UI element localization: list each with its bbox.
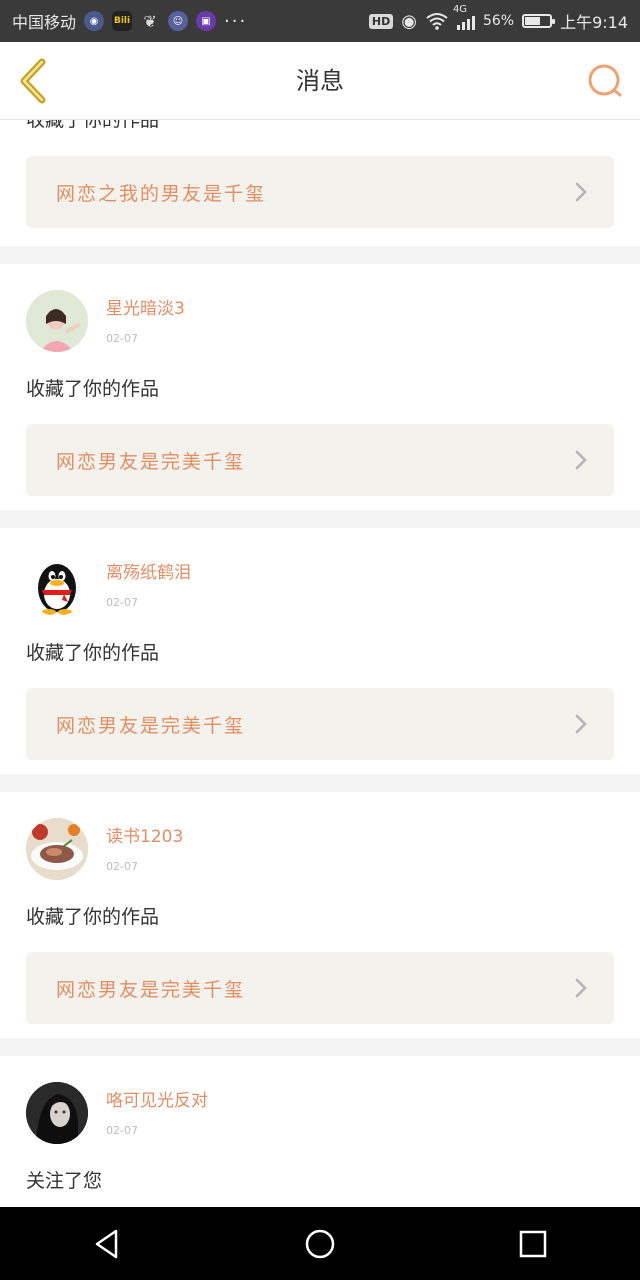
app-notification-icon: ◉: [84, 11, 105, 31]
penguin-avatar: [38, 564, 76, 615]
network-type: 4G: [452, 4, 468, 15]
battery-percent: 56%: [482, 13, 515, 29]
user-avatar[interactable]: [26, 554, 88, 616]
chevron-right-icon: [575, 714, 587, 734]
user-avatar[interactable]: [26, 290, 88, 352]
nav-back-button[interactable]: [77, 1214, 137, 1274]
page-title: 消息: [296, 67, 344, 95]
work-title: 网恋男友是完美千玺: [56, 450, 246, 473]
square-recents-icon: [520, 1230, 547, 1257]
work-link[interactable]: 网恋男友是完美千玺: [26, 688, 614, 760]
message-action: 收藏了你的作品: [26, 642, 160, 664]
message-action: 收藏了你的作品: [26, 378, 160, 400]
chevron-right-icon: [575, 978, 587, 998]
message-action: 收藏了你的作品: [26, 120, 160, 131]
divider: [0, 510, 640, 528]
message-date: 02-07: [106, 595, 138, 609]
search-button[interactable]: [586, 62, 624, 100]
work-link[interactable]: 网恋男友是完美千玺: [26, 952, 614, 1024]
username[interactable]: 读书1203: [106, 826, 183, 848]
app-header: 消息: [0, 42, 640, 120]
user-avatar[interactable]: [26, 818, 88, 880]
work-title: 网恋之我的男友是千玺: [56, 182, 267, 205]
list-item: 离殇纸鹤泪 02-07 收藏了你的作品 网恋男友是完美千玺: [0, 528, 640, 774]
username[interactable]: 咯可见光反对: [106, 1090, 208, 1112]
status-bar: 中国移动 ◉ Bili ❦ ☺ ▣ ··· HD ◉ 4G 56% 上午9:14: [0, 0, 640, 42]
hd-badge: HD: [368, 13, 394, 29]
purple-app-icon: ▣: [196, 11, 217, 31]
triangle-back-icon: [95, 1229, 117, 1258]
message-action: 收藏了你的作品: [26, 906, 160, 928]
work-title: 网恋男友是完美千玺: [56, 978, 246, 1001]
list-item: 读书1203 02-07 收藏了你的作品 网恋男友是完美千玺: [0, 792, 640, 1038]
eye-icon: ◉: [401, 10, 417, 32]
work-title: 网恋男友是完美千玺: [56, 714, 246, 737]
search-icon: [588, 64, 622, 97]
user-photo-avatar: [26, 290, 88, 352]
chevron-right-icon: [575, 450, 587, 470]
nav-home-button[interactable]: [290, 1214, 350, 1274]
carrier-label: 中国移动: [12, 13, 77, 32]
battery-icon: [522, 14, 556, 28]
divider: [0, 1038, 640, 1056]
message-date: 02-07: [106, 331, 138, 345]
clock: 上午9:14: [560, 13, 628, 32]
food-photo-avatar: [26, 818, 88, 880]
username[interactable]: 星光暗淡3: [106, 298, 185, 320]
nav-recents-button[interactable]: [503, 1214, 563, 1274]
list-item: 收藏了你的作品 网恋之我的男友是千玺: [0, 120, 640, 246]
message-date: 02-07: [106, 1123, 138, 1137]
bili-app-icon: Bili: [112, 11, 133, 31]
wechat-icon: ❦: [143, 11, 157, 31]
system-nav-bar: [0, 1207, 640, 1280]
username[interactable]: 离殇纸鹤泪: [106, 562, 191, 584]
divider: [0, 246, 640, 264]
message-date: 02-07: [106, 859, 138, 873]
chat-app-icon: ☺: [168, 11, 189, 31]
wifi-icon: [426, 13, 448, 30]
signal-icon: 4G: [453, 4, 475, 30]
more-notifications-icon: ···: [224, 10, 248, 32]
work-link[interactable]: 网恋男友是完美千玺: [26, 424, 614, 496]
circle-home-icon: [305, 1229, 335, 1258]
work-link[interactable]: 网恋之我的男友是千玺: [26, 156, 614, 228]
message-action: 关注了您: [26, 1170, 103, 1192]
chevron-right-icon: [575, 182, 587, 202]
list-item: 咯可见光反对 02-07 关注了您: [0, 1056, 640, 1207]
divider: [0, 774, 640, 792]
user-avatar[interactable]: [26, 1082, 88, 1144]
portrait-photo-avatar: [26, 1082, 88, 1144]
message-list[interactable]: 收藏了你的作品 网恋之我的男友是千玺 星光暗淡3 02-07 收藏了你的作品 网…: [0, 120, 640, 1207]
list-item: 星光暗淡3 02-07 收藏了你的作品 网恋男友是完美千玺: [0, 264, 640, 510]
